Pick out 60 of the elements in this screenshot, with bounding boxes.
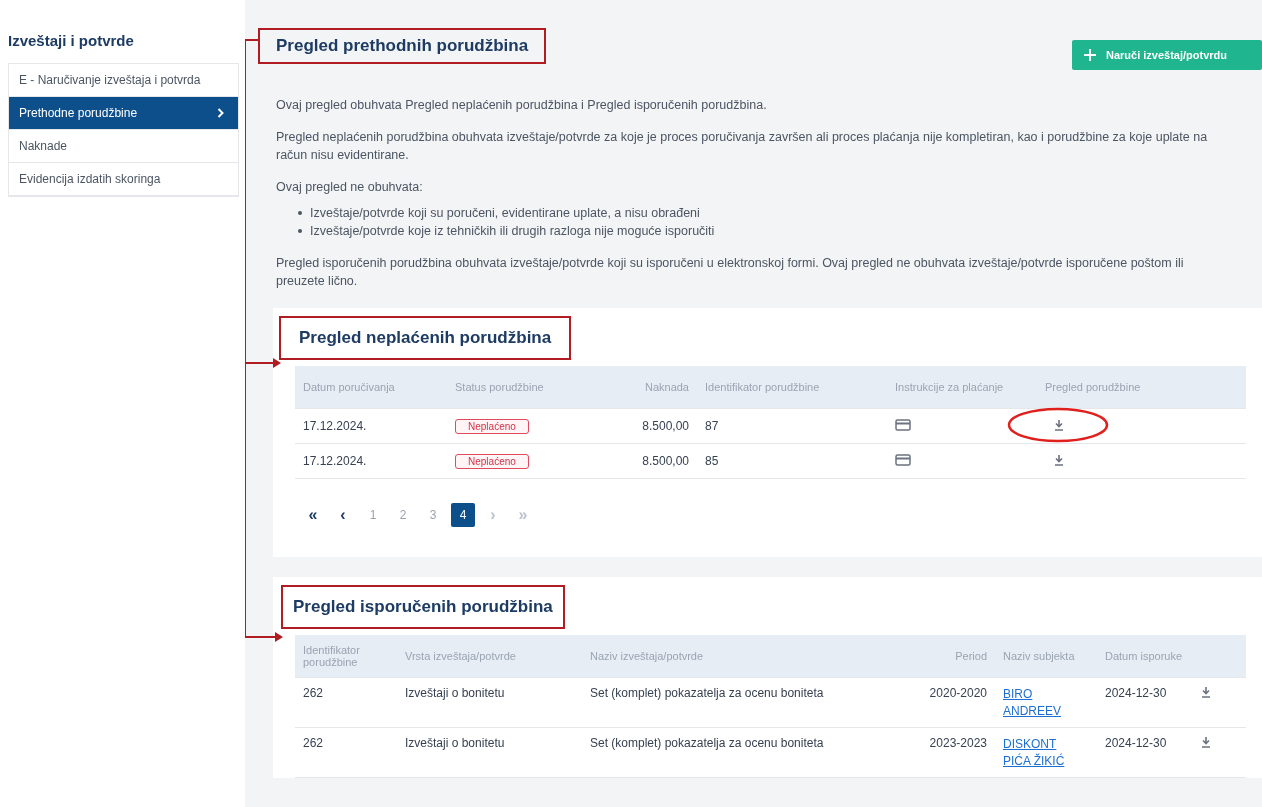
column-header: Naziv subjekta xyxy=(1002,650,1076,662)
column-header: Pregled porudžbine xyxy=(1044,381,1142,393)
section-title: Pregled isporučenih porudžbina xyxy=(293,597,553,617)
chevron-right-icon xyxy=(217,108,224,118)
download-icon[interactable] xyxy=(1200,686,1212,698)
table-cell-text: 85 xyxy=(704,454,720,468)
pagination-button[interactable]: 3 xyxy=(421,503,445,527)
sidebar-item[interactable]: Naknade xyxy=(9,130,238,163)
column-header: Identifikator porudžbine xyxy=(302,644,361,668)
table-cell-text: 8.500,00 xyxy=(641,454,690,468)
column-header: Instrukcije za plaćanje xyxy=(894,381,1005,393)
sidebar-title: Izveštaji i potvrde xyxy=(8,32,135,49)
column-header: Naknada xyxy=(643,381,690,393)
table-cell-text: 2024-12-30 xyxy=(1104,686,1168,700)
bullet-icon xyxy=(298,211,302,215)
column-header: Naziv izveštaja/potvrde xyxy=(589,650,705,662)
column-header: Period xyxy=(954,650,988,662)
column-header: Vrsta izveštaja/potvrde xyxy=(404,650,517,662)
description-text: Pregled isporučenih porudžbina obuhvata izveštaje/potvrde koji su isporučeni u elektronskoj formi. Ovaj pregled ne obuhvata izveštaje/potvrde isporučene poštom ili preuzete lično. xyxy=(276,255,1185,290)
sidebar-item[interactable]: Prethodne porudžbine xyxy=(9,97,238,130)
list-item-text: Izveštaje/potvrde koji su poručeni, evidentirane uplate, a nisu obrađeni xyxy=(310,205,700,222)
description-text: Ovaj pregled ne obuhvata: xyxy=(276,179,424,196)
download-icon[interactable] xyxy=(1200,736,1212,748)
pagination-button[interactable]: « xyxy=(301,503,325,527)
download-icon[interactable] xyxy=(1053,453,1065,466)
description-text: Pregled neplaćenih porudžbina obuhvata izveštaje/potvrde za koje je proces poručivanja završen ali proces plaćanja nije kompletiran, kao i porudžbine za koje uplate na račun nisu evidentirane. xyxy=(276,129,1209,164)
table-cell-text: 262 xyxy=(302,686,325,700)
download-icon[interactable] xyxy=(1053,418,1065,431)
table-cell-text: 87 xyxy=(704,419,720,433)
table-cell-text: 2024-12-30 xyxy=(1104,736,1168,750)
table-cell-text: Set (komplet) pokazatelja za ocenu boniteta xyxy=(589,686,825,700)
table-cell-text: 8.500,00 xyxy=(641,419,690,433)
table-cell-text: 2023-2023 xyxy=(928,736,988,750)
table-cell-text: 17.12.2024. xyxy=(302,454,368,468)
list-item-text: Izveštaje/potvrde koje iz tehničkih ili drugih razloga nije moguće isporučiti xyxy=(310,223,715,240)
page-title: Pregled prethodnih porudžbina xyxy=(276,36,529,56)
subject-link[interactable]: DISKONT PIĆA ŽIKIĆ xyxy=(1003,736,1075,770)
description-text: Ovaj pregled obuhvata Pregled neplaćenih porudžbina i Pregled isporučenih porudžbina. xyxy=(276,97,768,114)
table-cell-text: Izveštaji o bonitetu xyxy=(404,736,506,750)
table-cell-text: Izveštaji o bonitetu xyxy=(404,686,506,700)
subject-link[interactable]: BIRO ANDREEV xyxy=(1003,686,1075,720)
table-cell-text: 262 xyxy=(302,736,325,750)
sidebar-item[interactable]: Evidencija izdatih skoringa xyxy=(9,163,238,196)
pagination-button[interactable]: 4 xyxy=(451,503,475,527)
status-badge: Neplaćeno xyxy=(455,453,529,469)
column-header: Datum isporuke xyxy=(1104,650,1184,662)
table-cell-text: 2020-2020 xyxy=(928,686,988,700)
card-icon[interactable] xyxy=(895,453,911,466)
column-header: Identifikator porudžbine xyxy=(704,381,821,393)
card-icon[interactable] xyxy=(895,418,911,431)
pagination-button[interactable]: ‹ xyxy=(331,503,355,527)
section-title: Pregled neplaćenih porudžbina xyxy=(299,328,552,348)
status-badge: Neplaćeno xyxy=(455,418,529,434)
table-cell-text: Set (komplet) pokazatelja za ocenu boniteta xyxy=(589,736,825,750)
table-cell-text: 17.12.2024. xyxy=(302,419,368,433)
column-header: Datum poručivanja xyxy=(302,381,396,393)
column-header: Status porudžbine xyxy=(454,381,545,393)
bullet-icon xyxy=(298,229,302,233)
plus-icon xyxy=(1084,49,1096,61)
pagination-button[interactable]: 1 xyxy=(361,503,385,527)
